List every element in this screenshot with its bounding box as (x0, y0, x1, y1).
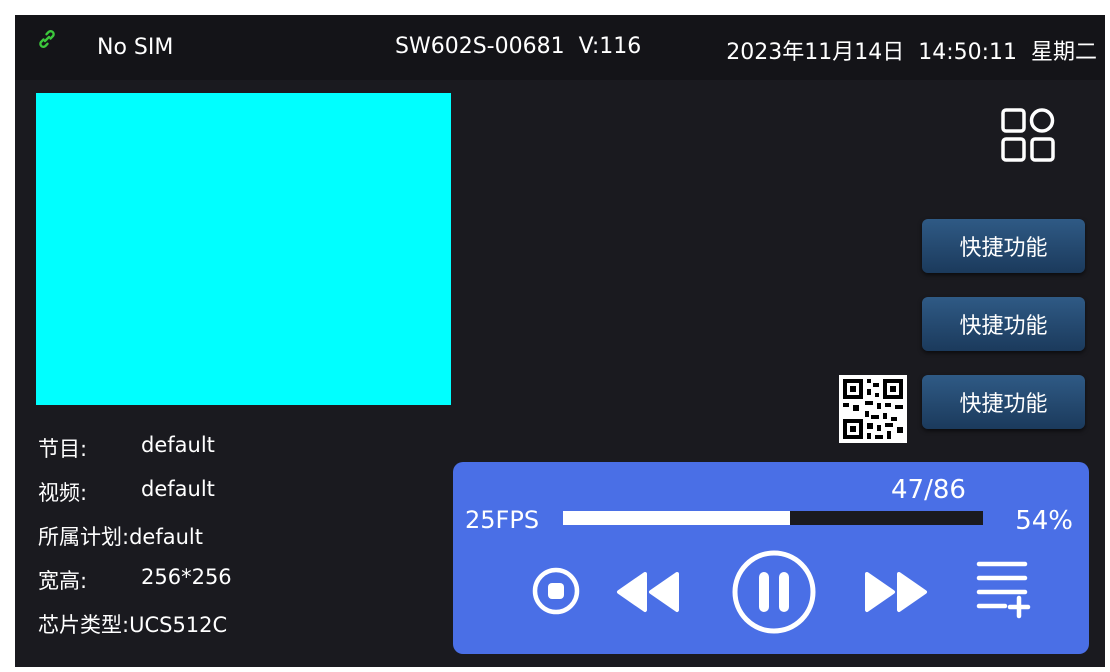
pause-icon[interactable] (729, 547, 819, 637)
video-row: 视频: default (38, 477, 215, 507)
quick-function-button-1[interactable]: 快捷功能 (922, 219, 1085, 273)
progress-fill (563, 511, 790, 525)
fps-label: 25FPS (465, 506, 540, 534)
datetime: 2023年11月14日 14:50:11 星期二 (726, 40, 1097, 65)
rewind-icon[interactable] (615, 571, 681, 613)
quick-function-button-3[interactable]: 快捷功能 (922, 375, 1085, 429)
schedule-row: 所属计划:default (38, 521, 203, 551)
chip-value: UCS512C (129, 613, 228, 637)
status-bar: No SIM SW602S-00681 V:116 2023年11月14日 14… (15, 15, 1105, 80)
size-row: 宽高: 256*256 (38, 565, 232, 595)
video-value: default (141, 477, 215, 501)
playback-panel: 25FPS 47/86 54% (453, 462, 1089, 654)
device-screen: No SIM SW602S-00681 V:116 2023年11月14日 14… (15, 15, 1105, 667)
item-counter: 47/86 (891, 475, 966, 505)
schedule-value: default (129, 525, 203, 549)
fast-forward-icon[interactable] (863, 571, 929, 613)
video-preview (36, 93, 451, 405)
playlist-add-icon[interactable] (973, 558, 1033, 620)
qr-code-icon[interactable] (839, 375, 907, 443)
video-label: 视频: (38, 481, 88, 505)
program-row: 节目: default (38, 433, 215, 463)
program-value: default (141, 433, 215, 457)
size-value: 256*256 (141, 565, 232, 589)
chip-label: 芯片类型: (38, 613, 130, 637)
link-icon (39, 30, 55, 48)
size-label: 宽高: (38, 569, 88, 593)
progress-percent: 54% (1015, 506, 1073, 536)
apps-grid-icon[interactable] (1000, 107, 1056, 163)
device-id: SW602S-00681 V:116 (395, 34, 642, 59)
schedule-label: 所属计划: (38, 525, 130, 549)
chip-row: 芯片类型:UCS512C (38, 609, 227, 639)
stop-icon[interactable] (531, 566, 581, 616)
sim-status: No SIM (97, 35, 174, 60)
quick-function-button-2[interactable]: 快捷功能 (922, 297, 1085, 351)
progress-bar[interactable] (563, 511, 983, 525)
program-label: 节目: (38, 437, 88, 461)
